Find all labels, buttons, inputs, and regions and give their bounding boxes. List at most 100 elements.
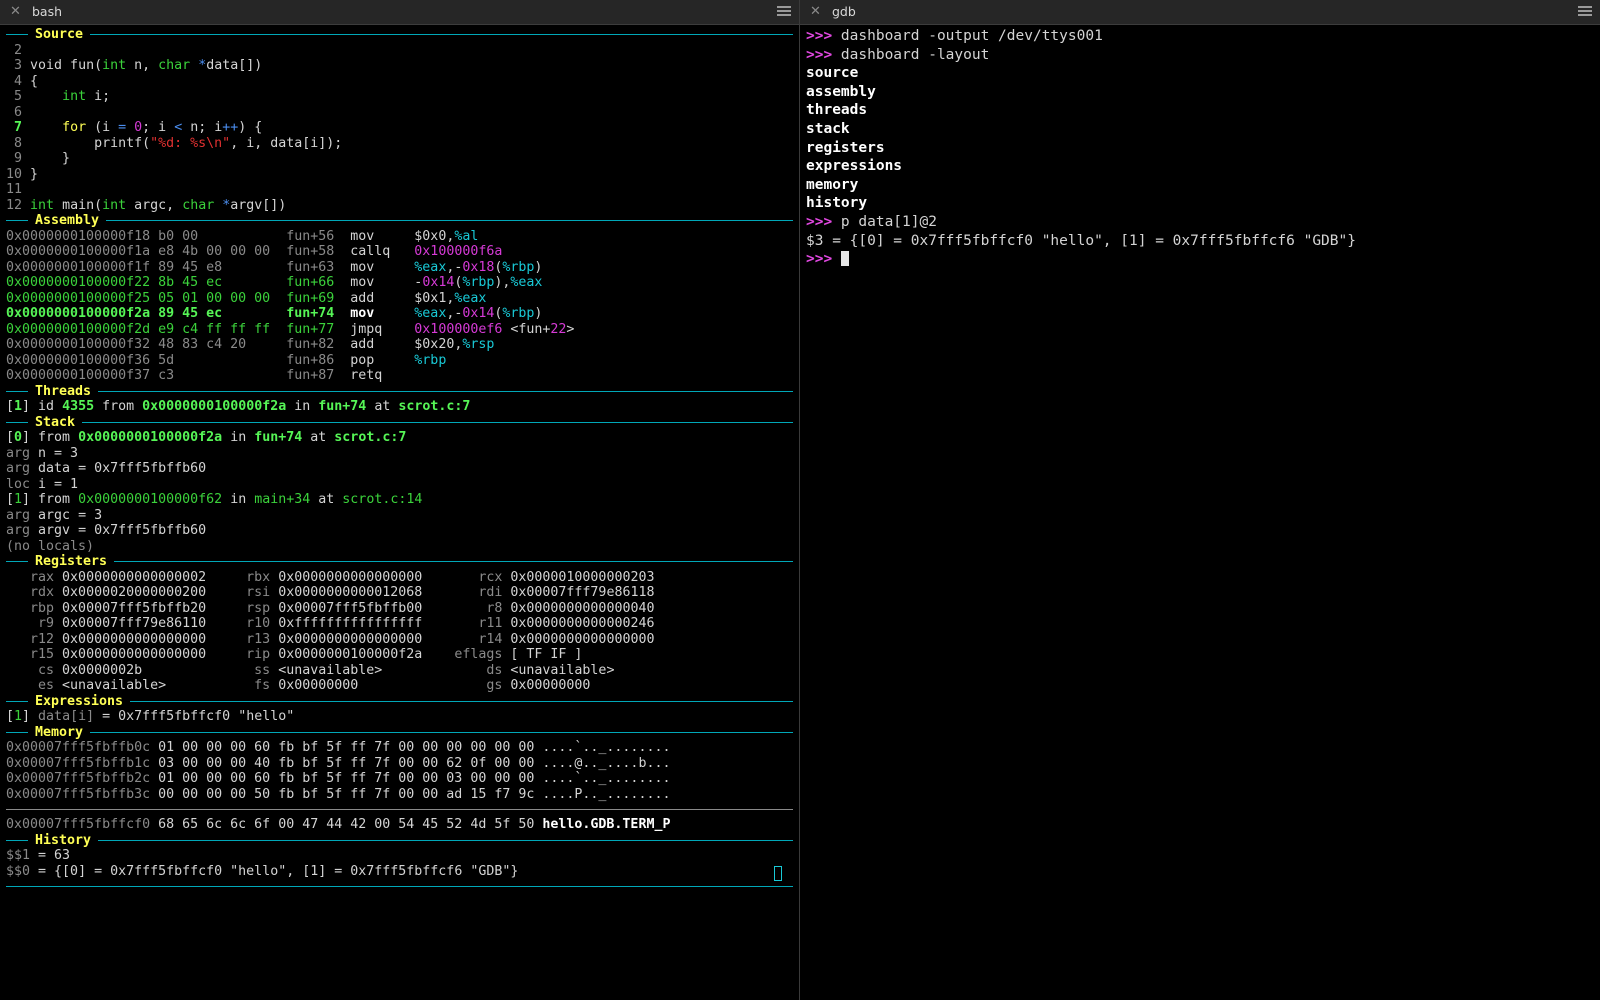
register-name: rsi bbox=[222, 585, 279, 600]
mnemonic: callq bbox=[350, 244, 415, 259]
bash-pane[interactable]: ✕ bash Source 2 3 void fun(int n, char *… bbox=[0, 0, 799, 1000]
register-name: ds bbox=[438, 662, 511, 678]
text-segment: int bbox=[30, 197, 55, 213]
register-name: r10 bbox=[222, 616, 279, 631]
register-value: <unavailable> bbox=[510, 662, 615, 678]
command-text: dashboard -output /dev/ttys001 bbox=[840, 28, 1103, 44]
register-name: rbp bbox=[6, 600, 63, 616]
operand: %rsp bbox=[462, 337, 495, 352]
console-line: $3 = {[0] = 0x7fff5fbffcf0 "hello", [1] … bbox=[806, 232, 1594, 251]
memory-panel-2: 0x00007fff5fbffcf0 68 65 6c 6c 6f 00 47 … bbox=[6, 817, 793, 833]
text-segment: data[]) bbox=[206, 58, 263, 73]
assembly-line: 0x0000000100000f1a e8 4b 00 00 00 fun+58… bbox=[6, 244, 793, 260]
operand: > bbox=[566, 321, 575, 337]
console-line: >>> dashboard -output /dev/ttys001 bbox=[806, 27, 1594, 46]
address: 0x0000000100000f22 bbox=[6, 275, 159, 290]
address: 0x0000000100000f18 bbox=[6, 228, 159, 244]
opcode-bytes: 05 01 00 00 00 bbox=[158, 290, 287, 306]
register-row: r9 0x00007fff79e86110 r10 0xffffffffffff… bbox=[6, 616, 793, 632]
register-value: 0x00000000 bbox=[510, 678, 591, 693]
register-value: 0x0000000000000000 bbox=[510, 631, 655, 647]
gdb-console[interactable]: >>> dashboard -output /dev/ttys001 >>> da… bbox=[800, 25, 1600, 269]
stack-line: [0] from 0x0000000100000f2a in fun+74 at… bbox=[6, 430, 793, 446]
operand: %eax bbox=[414, 306, 447, 321]
register-value: 0x0000000000000002 bbox=[62, 569, 223, 585]
stack-line: (no locals) bbox=[6, 539, 793, 555]
console-line: >>> p data[1]@2 bbox=[806, 213, 1594, 232]
operand: ,- bbox=[446, 306, 463, 321]
text-segment: from bbox=[94, 399, 143, 414]
opcode-bytes: 5d bbox=[158, 352, 287, 368]
register-value: 0x0000000000000000 bbox=[278, 631, 439, 647]
text-segment: data = 0x7fff5fbffb60 bbox=[30, 461, 207, 476]
memory-header: Memory bbox=[6, 725, 793, 741]
memory-ascii: ....P.._........ bbox=[542, 786, 671, 802]
text-segment: arg bbox=[6, 461, 31, 476]
memory-row: 0x00007fff5fbffb0c 01 00 00 00 60 fb bf … bbox=[6, 740, 793, 756]
menu-icon[interactable] bbox=[1578, 6, 1592, 18]
section-title: History bbox=[35, 832, 92, 848]
memory-row: 0x00007fff5fbffcf0 68 65 6c 6c 6f 00 47 … bbox=[6, 817, 793, 833]
assembly-line: 0x0000000100000f36 5d fun+86 pop %rbp bbox=[6, 353, 793, 369]
dashboard-end-divider bbox=[6, 886, 793, 887]
section-title: Source bbox=[35, 27, 84, 43]
stack-line: arg data = 0x7fff5fbffb60 bbox=[6, 461, 793, 477]
output-text: source bbox=[806, 65, 859, 82]
text-segment: at bbox=[302, 430, 335, 445]
operand: $0x1, bbox=[414, 290, 455, 306]
memory-hex: 68 65 6c 6c 6f 00 47 44 42 00 54 45 52 4… bbox=[158, 817, 543, 832]
text-segment: ) { bbox=[238, 120, 263, 135]
gdb-pane[interactable]: ✕ gdb >>> dashboard -output /dev/ttys001… bbox=[800, 0, 1600, 1000]
text-segment: 0x0000000100000f62 bbox=[78, 492, 223, 507]
register-value: 0x0000010000000203 bbox=[510, 569, 655, 585]
offset: fun+86 bbox=[286, 352, 351, 368]
opcode-bytes: 89 45 ec bbox=[158, 306, 287, 321]
text-segment: = 0x7fff5fbffcf0 "hello" bbox=[94, 709, 295, 724]
text-segment: 0 bbox=[134, 120, 143, 135]
text-segment: , i, data[i]); bbox=[230, 135, 343, 151]
assembly-line: 0x0000000100000f2a 89 45 ec fun+74 mov %… bbox=[6, 306, 793, 322]
text-segment: argc = 3 bbox=[30, 507, 103, 523]
line-number: 4 bbox=[6, 73, 31, 89]
output-text: assembly bbox=[806, 83, 876, 100]
memory-panel: 0x00007fff5fbffb0c 01 00 00 00 60 fb bf … bbox=[6, 740, 793, 802]
operand: ,- bbox=[446, 259, 463, 275]
close-icon[interactable]: ✕ bbox=[10, 4, 21, 19]
close-icon[interactable]: ✕ bbox=[810, 4, 821, 19]
text-segment: 1 bbox=[14, 399, 23, 414]
thread-line: [1] id 4355 from 0x0000000100000f2a in f… bbox=[6, 399, 793, 415]
register-value: 0x0000000100000f2a bbox=[278, 647, 439, 662]
opcode-bytes: e8 4b 00 00 00 bbox=[158, 244, 287, 259]
operand: %rbp bbox=[462, 275, 495, 290]
register-name: r8 bbox=[438, 600, 511, 616]
register-name: rdi bbox=[438, 585, 511, 600]
memory-row: 0x00007fff5fbffb3c 00 00 00 00 50 fb bf … bbox=[6, 787, 793, 803]
text-segment: void fun( bbox=[30, 58, 103, 73]
operand: <fun+ bbox=[502, 321, 551, 337]
register-value: 0x0000000000000000 bbox=[278, 569, 439, 585]
offset: fun+58 bbox=[286, 244, 351, 259]
cursor bbox=[840, 251, 849, 267]
text-segment: } bbox=[30, 151, 71, 166]
bash-tab[interactable]: ✕ bash bbox=[0, 0, 799, 25]
register-value: 0x00007fff79e86110 bbox=[62, 616, 223, 631]
register-name: es bbox=[6, 678, 63, 693]
expressions-header: Expressions bbox=[6, 694, 793, 710]
register-value: 0x0000002b bbox=[62, 662, 223, 678]
text-segment bbox=[190, 58, 198, 73]
memory-address: 0x00007fff5fbffb3c bbox=[6, 786, 159, 802]
operand: ), bbox=[494, 275, 511, 290]
text-segment: (i bbox=[86, 120, 119, 135]
source-line: 11 bbox=[6, 182, 793, 198]
opcode-bytes: 8b 45 ec bbox=[158, 275, 287, 290]
address: 0x0000000100000f37 bbox=[6, 368, 159, 383]
menu-icon[interactable] bbox=[777, 6, 791, 18]
source-line: 3 void fun(int n, char *data[]) bbox=[6, 58, 793, 74]
line-number: 6 bbox=[6, 104, 31, 120]
gdb-tab[interactable]: ✕ gdb bbox=[800, 0, 1600, 25]
operand: $0x0, bbox=[414, 228, 455, 244]
stack-line: [1] from 0x0000000100000f62 in main+34 a… bbox=[6, 492, 793, 508]
text-segment: at bbox=[310, 492, 343, 507]
text-segment: char bbox=[182, 197, 215, 213]
opcode-bytes: b0 00 bbox=[158, 228, 287, 244]
